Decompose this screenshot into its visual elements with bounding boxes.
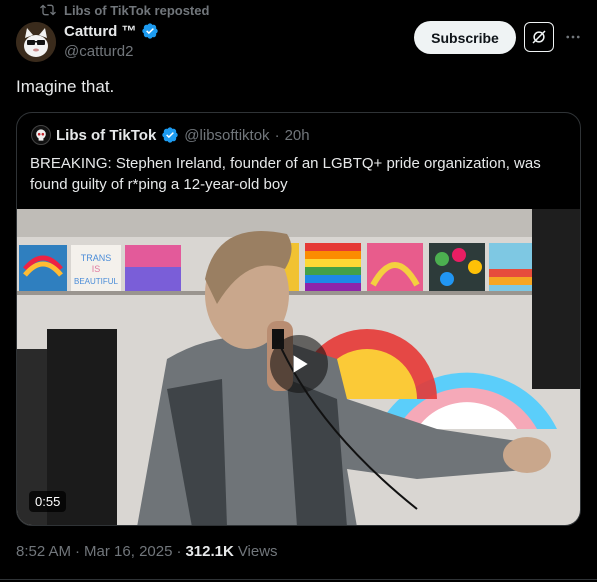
quote-header: Libs of TikTok @libsoftiktok · 20h [31, 125, 310, 145]
quote-author-handle[interactable]: @libsoftiktok [184, 127, 269, 144]
quoted-tweet[interactable]: Libs of TikTok @libsoftiktok · 20h BREAK… [16, 112, 581, 526]
poster-line-3: BEAUTIFUL [74, 277, 119, 286]
tweet-text: Imagine that. [16, 77, 115, 96]
video-player[interactable]: TRANS IS BEAUTIFUL 0:55 [17, 209, 580, 525]
divider [0, 579, 597, 580]
quote-text: BREAKING: Stephen Ireland, founder of an… [30, 155, 541, 193]
cat-avatar [16, 22, 56, 62]
tweet-metadata: 8:52 AM · Mar 16, 2025 · 312.1K Views [16, 543, 278, 560]
views-count: 312.1K [185, 543, 234, 560]
author-name[interactable]: Catturd ™ [64, 23, 137, 40]
more-button[interactable] [562, 26, 584, 48]
meta-dot: · [75, 543, 81, 560]
rainbow-flag-poster [305, 243, 361, 291]
verified-icon [141, 23, 158, 39]
subscribe-button[interactable]: Subscribe [414, 21, 516, 54]
tweet-time[interactable]: 8:52 AM [16, 543, 71, 560]
quote-time[interactable]: 20h [285, 127, 310, 144]
author-handle[interactable]: @catturd2 [64, 43, 133, 60]
grok-button[interactable] [524, 22, 554, 52]
play-icon [293, 355, 308, 373]
quote-avatar[interactable] [31, 125, 51, 145]
grok-icon [532, 30, 546, 44]
verified-icon [162, 127, 178, 143]
video-duration: 0:55 [29, 491, 67, 512]
repost-indicator[interactable]: Libs of TikTok reposted [40, 2, 209, 18]
meta-dot: · [176, 543, 182, 560]
play-button[interactable] [270, 335, 328, 393]
poster-line-1: TRANS [81, 253, 112, 263]
poster-line-2: IS [92, 264, 101, 274]
author-name-row[interactable]: Catturd ™ [64, 22, 159, 40]
quote-separator: · [274, 126, 280, 144]
skull-icon [36, 129, 46, 141]
repost-label: Libs of TikTok reposted [64, 2, 210, 18]
quote-author-name[interactable]: Libs of TikTok [56, 127, 156, 144]
tweet-date[interactable]: Mar 16, 2025 [84, 543, 172, 560]
views-label: Views [237, 543, 278, 560]
repost-icon [40, 4, 56, 16]
more-icon [566, 35, 580, 39]
author-avatar[interactable] [16, 22, 56, 62]
